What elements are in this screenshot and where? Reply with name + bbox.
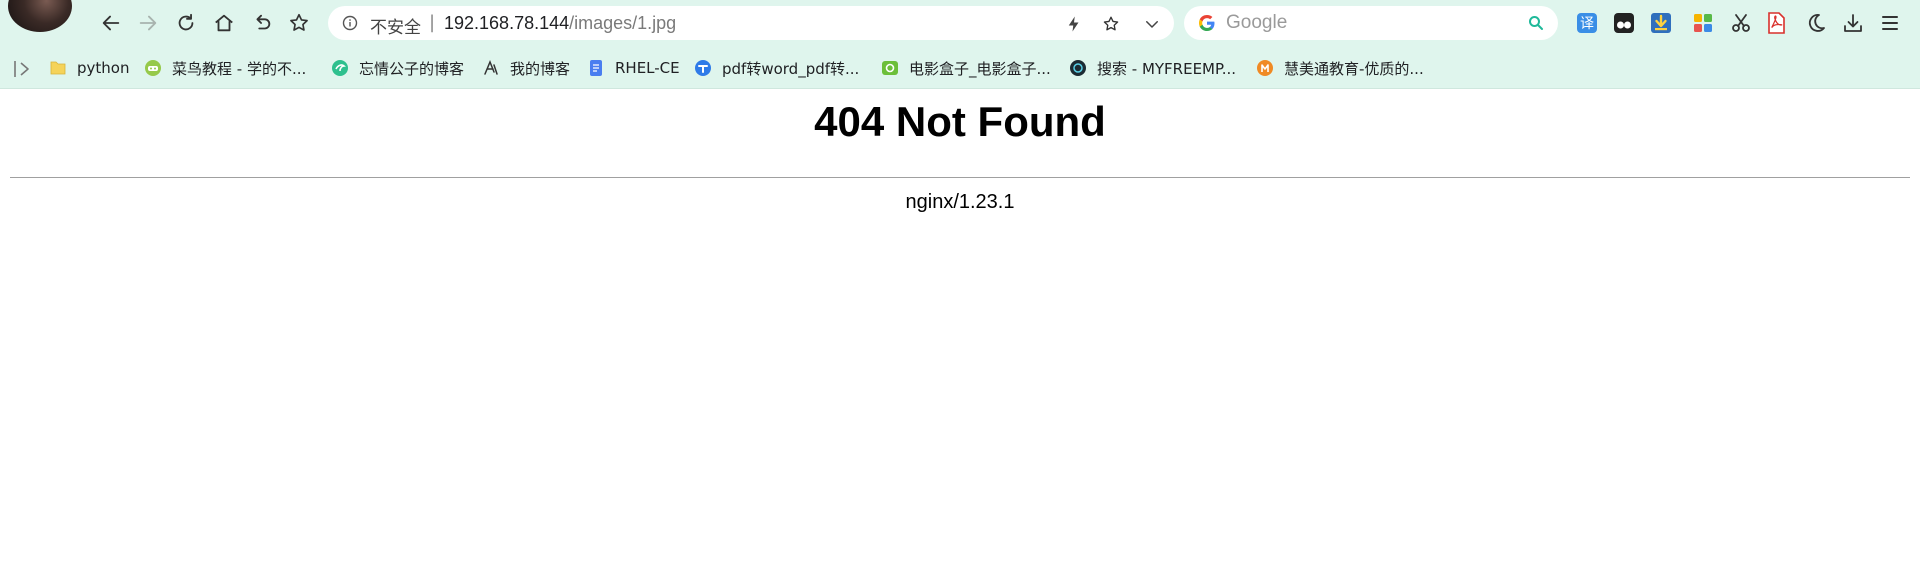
divider (10, 177, 1910, 178)
runoob-icon (145, 60, 161, 76)
server-signature: nginx/1.23.1 (905, 191, 1015, 213)
pdf-convert-icon (695, 60, 711, 76)
scissors-icon (1732, 14, 1750, 32)
bookmark-python[interactable]: python (49, 56, 129, 80)
page-title: 404 Not Found (814, 98, 1106, 145)
bookmark-label: 慧美通教育-优质的... (1284, 59, 1424, 78)
reload-button[interactable] (171, 8, 201, 38)
bookmark-rhel-ce[interactable]: RHEL-CE (587, 56, 680, 80)
movie-box-icon (882, 61, 898, 75)
google-logo-icon (1199, 15, 1215, 31)
undo-close-tab-button[interactable] (247, 8, 277, 38)
pdf-extension-button[interactable] (1763, 10, 1789, 36)
favorites-button[interactable] (284, 8, 314, 38)
moon-icon (1808, 14, 1825, 32)
forward-button[interactable] (133, 8, 163, 38)
bookmark-label: 菜鸟教程 - 学的不... (172, 59, 307, 78)
back-button[interactable] (96, 8, 126, 38)
bookmark-label: RHEL-CE (615, 59, 680, 77)
lightning-icon (1068, 16, 1079, 32)
arrow-right-icon (139, 15, 157, 31)
bookmark-label: python (77, 59, 130, 77)
bookmark-page-button[interactable] (1101, 14, 1121, 34)
bookmark-my-blog[interactable]: 我的博客 (482, 56, 570, 80)
download-icon (1844, 14, 1862, 32)
star-icon (290, 13, 308, 31)
profile-avatar[interactable] (8, 0, 72, 32)
bookmark-runoob[interactable]: 菜鸟教程 - 学的不... (144, 56, 306, 80)
sidebar-toggle-icon[interactable] (12, 58, 34, 80)
menu-icon (1882, 16, 1898, 30)
bookmark-pdf-convert[interactable]: pdf转word_pdf转... (694, 56, 859, 80)
search-icon[interactable] (1528, 15, 1544, 31)
bookmark-label: 忘情公子的博客 (359, 59, 465, 78)
download-manager-extension-button[interactable] (1648, 10, 1674, 36)
downloads-button[interactable] (1840, 10, 1866, 36)
doc-icon (590, 60, 602, 76)
bookmark-label: 电影盒子_电影盒子... (909, 59, 1051, 78)
screenshot-button[interactable] (1728, 10, 1754, 36)
folder-icon (50, 61, 66, 75)
reload-icon (178, 13, 194, 31)
blog-icon (332, 60, 348, 76)
education-icon (1257, 60, 1273, 76)
my-blog-icon (484, 60, 498, 75)
url-separator: | (429, 12, 436, 33)
chevron-down-icon (1146, 21, 1158, 28)
pdf-icon (1768, 12, 1785, 34)
url-text[interactable]: 192.168.78.144/images/1.jpg (444, 13, 676, 34)
home-icon (215, 14, 233, 32)
main-menu-button[interactable] (1877, 10, 1903, 36)
translate-extension-button[interactable]: 译 (1574, 10, 1600, 36)
dark-mode-button[interactable] (1803, 10, 1829, 36)
download-manager-icon (1651, 13, 1671, 33)
star-icon (1103, 16, 1119, 31)
tampermonkey-icon (1614, 13, 1634, 33)
security-status[interactable]: 不安全 (370, 13, 421, 38)
search-box[interactable]: Google (1184, 6, 1558, 40)
bookmark-label: pdf转word_pdf转... (722, 59, 860, 78)
undo-icon (256, 14, 271, 30)
myfreemp3-icon (1070, 60, 1086, 76)
url-path: /images/1.jpg (569, 13, 677, 33)
tampermonkey-extension-button[interactable] (1611, 10, 1637, 36)
bookmark-movie-box[interactable]: 电影盒子_电影盒子... (881, 56, 1051, 80)
translate-icon: 译 (1577, 13, 1597, 33)
arrow-left-icon (102, 15, 120, 31)
home-button[interactable] (209, 8, 239, 38)
bookmark-wangqing-blog[interactable]: 忘情公子的博客 (331, 56, 464, 80)
apps-grid-icon (1694, 14, 1712, 32)
bookmark-myfreemp3[interactable]: 搜索 - MYFREEMP... (1069, 56, 1236, 80)
bookmark-education[interactable]: 慧美通教育-优质的... (1256, 56, 1424, 80)
translate-glyph: 译 (1580, 16, 1594, 32)
browser-toolbar: 不安全 | 192.168.78.144/images/1.jpg Google… (0, 0, 1920, 89)
speed-mode-button[interactable] (1064, 14, 1084, 34)
apps-extension-button[interactable] (1690, 10, 1716, 36)
bookmark-label: 我的博客 (510, 59, 571, 78)
address-bar[interactable]: 不安全 | 192.168.78.144/images/1.jpg (328, 6, 1174, 40)
info-icon[interactable] (342, 15, 358, 31)
url-host: 192.168.78.144 (444, 13, 570, 33)
search-input[interactable]: Google (1226, 12, 1287, 34)
bookmark-label: 搜索 - MYFREEMP... (1097, 59, 1237, 78)
address-dropdown-button[interactable] (1142, 14, 1162, 34)
browser-window: 不安全 | 192.168.78.144/images/1.jpg Google… (0, 0, 1920, 565)
